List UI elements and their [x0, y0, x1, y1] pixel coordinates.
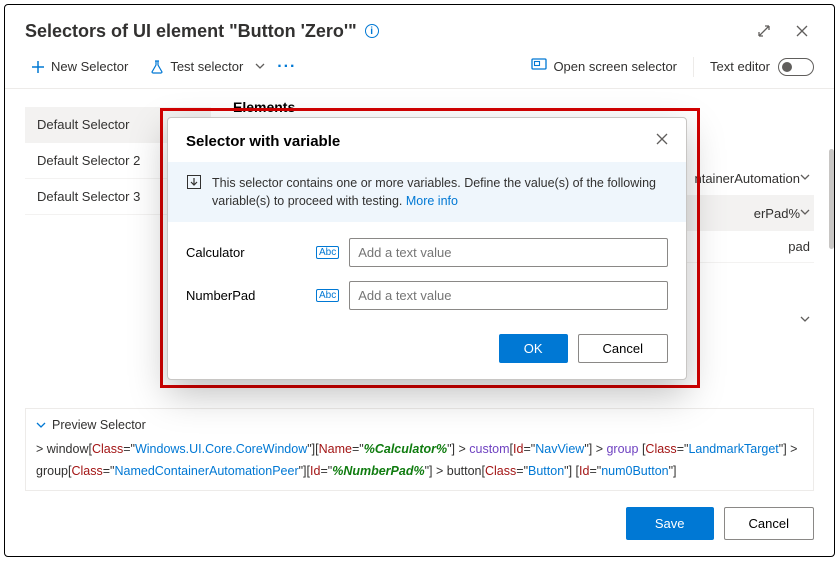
- screen-icon: [531, 58, 547, 75]
- expand-icon[interactable]: [752, 19, 776, 43]
- close-icon[interactable]: [790, 19, 814, 43]
- close-icon[interactable]: [656, 132, 668, 150]
- more-info-link[interactable]: More info: [406, 194, 458, 208]
- preview-body: > window[Class="Windows.UI.Core.CoreWind…: [36, 438, 803, 483]
- titlebar: Selectors of UI element "Button 'Zero'" …: [5, 5, 834, 45]
- plus-icon: [31, 60, 45, 74]
- chevron-down-icon: [36, 420, 46, 430]
- dialog-info: This selector contains one or more varia…: [168, 162, 686, 222]
- variable-input-calculator[interactable]: [349, 238, 668, 267]
- more-menu[interactable]: ···: [271, 56, 302, 78]
- ok-button[interactable]: OK: [499, 334, 568, 363]
- abc-icon: Abc: [316, 246, 339, 259]
- preview-panel: Preview Selector > window[Class="Windows…: [25, 408, 814, 492]
- flask-icon: [150, 60, 164, 74]
- open-screen-selector-button[interactable]: Open screen selector: [531, 58, 677, 75]
- footer: Save Cancel: [5, 491, 834, 556]
- preview-toggle[interactable]: Preview Selector: [36, 418, 146, 432]
- chevron-down-icon[interactable]: [800, 169, 810, 187]
- abc-icon: Abc: [316, 289, 339, 302]
- variable-input-numberpad[interactable]: [349, 281, 668, 310]
- save-button[interactable]: Save: [626, 507, 714, 540]
- variable-field: NumberPad Abc: [186, 281, 668, 310]
- variable-dialog: Selector with variable This selector con…: [167, 117, 687, 380]
- toolbar: New Selector Test selector ··· Open scre…: [5, 45, 834, 89]
- toggle-off-icon[interactable]: [778, 58, 814, 76]
- cancel-button[interactable]: Cancel: [724, 507, 814, 540]
- chevron-down-icon[interactable]: [800, 311, 810, 329]
- test-dropdown[interactable]: [249, 56, 271, 78]
- dialog-cancel-button[interactable]: Cancel: [578, 334, 668, 363]
- dialog-title: Selector with variable: [186, 133, 340, 150]
- text-editor-toggle[interactable]: Text editor: [710, 58, 814, 76]
- window-title: Selectors of UI element "Button 'Zero'": [25, 21, 357, 42]
- download-icon: [186, 174, 202, 210]
- new-selector-button[interactable]: New Selector: [25, 55, 134, 78]
- test-selector-button[interactable]: Test selector: [144, 55, 249, 78]
- scrollbar[interactable]: [828, 129, 836, 379]
- variable-field: Calculator Abc: [186, 238, 668, 267]
- chevron-down-icon[interactable]: [800, 204, 810, 222]
- info-icon[interactable]: i: [365, 24, 379, 38]
